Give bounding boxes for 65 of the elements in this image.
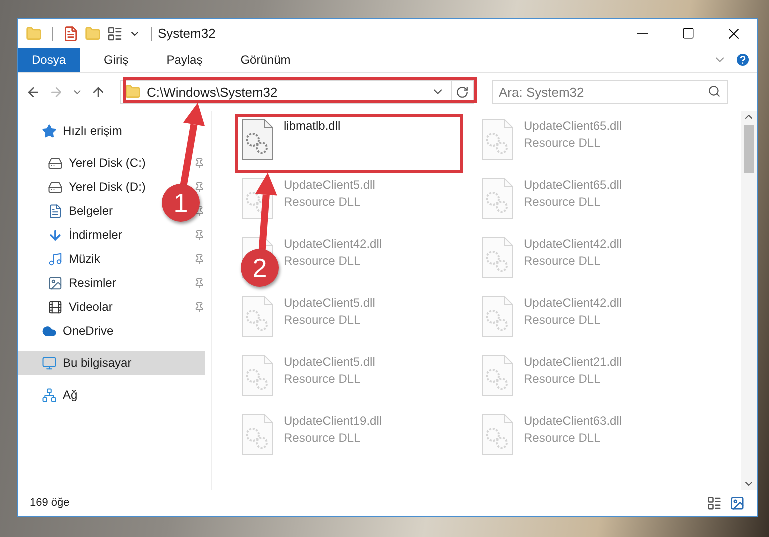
gear-file-icon [482, 178, 514, 220]
sidebar-item[interactable]: Resimler [18, 271, 120, 295]
sidebar-item[interactable]: Bu bilgisayar [18, 351, 205, 375]
scrollbar-thumb[interactable] [744, 125, 754, 173]
file-type: Resource DLL [524, 195, 601, 209]
details-view-icon[interactable] [707, 496, 722, 510]
file-type: Resource DLL [284, 254, 361, 268]
file-type: Resource DLL [284, 313, 361, 327]
file-type: Resource DLL [524, 254, 601, 268]
sidebar-item[interactable]: Ağ [18, 383, 82, 407]
refresh-icon [456, 86, 469, 98]
file-type: Resource DLL [524, 372, 601, 386]
ribbon-tab[interactable]: Dosya [18, 48, 80, 72]
search-icon [708, 85, 721, 98]
item-count: 169 öğe [30, 497, 71, 509]
sidebar-item[interactable]: Hızlı erişim [18, 119, 126, 143]
ribbon-tab[interactable]: Giriş [90, 48, 143, 72]
document-icon [48, 204, 63, 218]
gear-file-icon [242, 296, 274, 338]
ribbon-tab[interactable]: Görünüm [226, 48, 305, 72]
music-icon [48, 252, 63, 266]
maximize-icon [682, 27, 694, 40]
gear-file-icon [482, 237, 514, 279]
sidebar-item[interactable]: Yerel Disk (D:) [18, 175, 150, 199]
minimize-icon [636, 32, 648, 34]
drive-icon [48, 180, 63, 194]
drive-icon [48, 156, 63, 170]
network-icon [42, 388, 57, 402]
forward-arrow-icon [49, 84, 64, 100]
file-type: Resource DLL [284, 372, 361, 386]
gear-file-icon [482, 296, 514, 338]
ribbon-tab[interactable]: Paylaş [152, 48, 217, 72]
gear-file-icon [242, 119, 274, 161]
gear-file-icon [482, 355, 514, 397]
file-type: Resource DLL [524, 431, 601, 445]
gear-file-icon [482, 414, 514, 456]
file-type: Resource DLL [524, 313, 601, 327]
sidebar-item[interactable]: Belgeler [18, 199, 118, 223]
help-icon[interactable] [735, 52, 751, 68]
gear-file-icon [242, 355, 274, 397]
sidebar-item[interactable]: İndirmeler [18, 223, 126, 247]
search-field[interactable]: Ara: System32 [492, 80, 728, 104]
download-icon [48, 228, 63, 242]
sidebar-item[interactable]: OneDrive [18, 319, 118, 343]
file-type: Resource DLL [524, 136, 601, 150]
window-title: System32 [158, 26, 217, 41]
monitor-icon [42, 356, 57, 370]
picture-icon [48, 276, 63, 290]
file-name[interactable]: libmatlb.dll [284, 119, 341, 133]
film-icon [48, 300, 63, 314]
cloud-icon [42, 324, 57, 338]
sidebar-item[interactable]: Videolar [18, 295, 117, 319]
view-icon[interactable] [107, 26, 123, 42]
gear-file-icon [482, 119, 514, 161]
file-type: Resource DLL [284, 431, 361, 445]
star-icon [42, 124, 57, 138]
sidebar-item[interactable]: Müzik [18, 247, 104, 271]
tiles-view-icon[interactable] [730, 496, 745, 510]
address-field[interactable]: C:\Windows\System32 [120, 80, 474, 104]
folder-icon [26, 26, 42, 42]
sidebar-item[interactable]: Yerel Disk (C:) [18, 151, 150, 175]
file-type: Resource DLL [284, 195, 361, 209]
scrollbar[interactable] [741, 111, 757, 490]
gear-file-icon [242, 414, 274, 456]
folder-icon [125, 84, 141, 100]
